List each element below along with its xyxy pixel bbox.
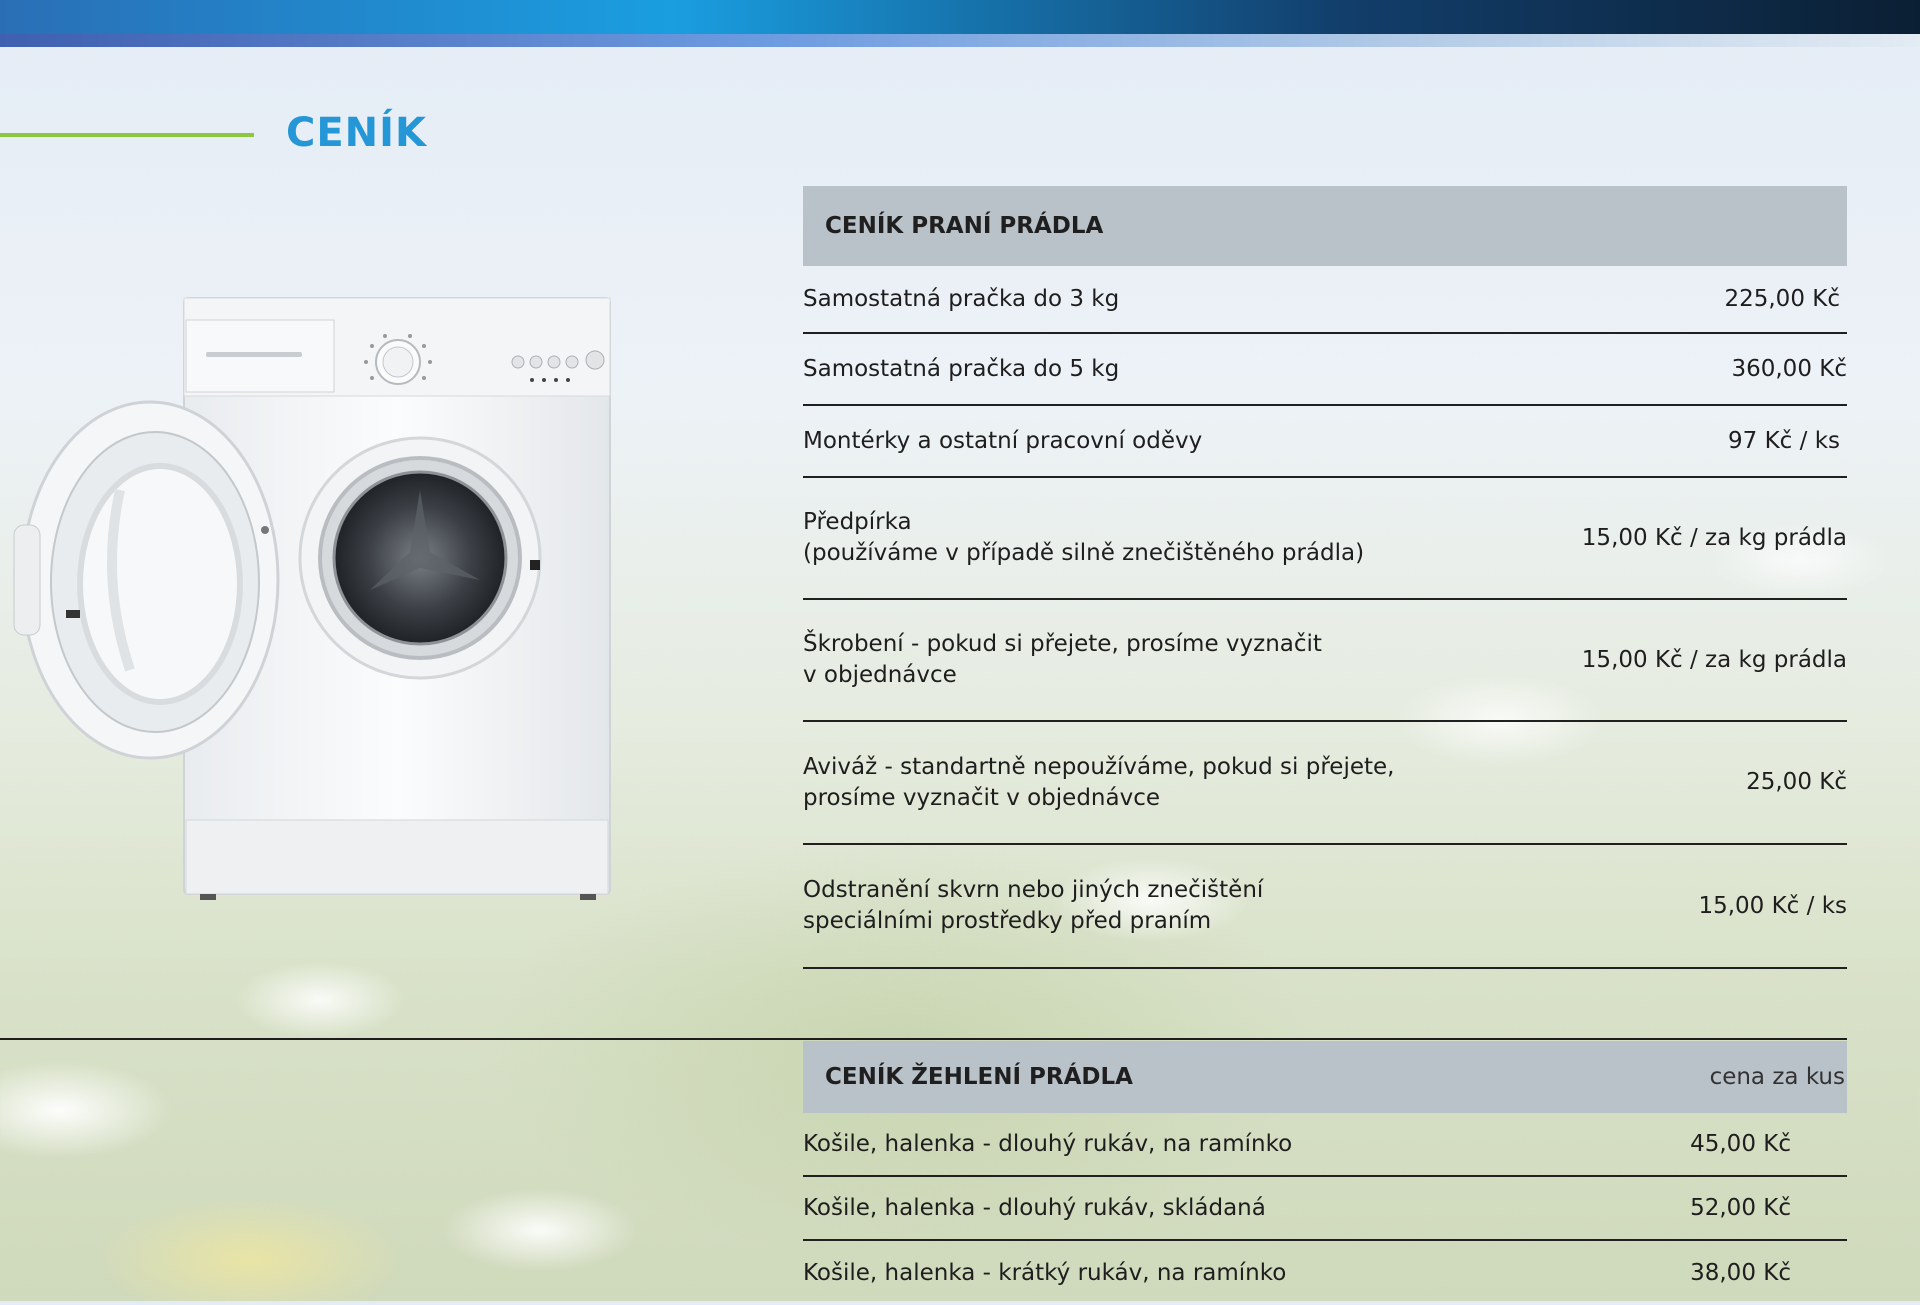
table-row: Košile, halenka - dlouhý rukáv, skládaná… (803, 1177, 1847, 1241)
table-row: Odstranění skvrn nebo jiných znečištění … (803, 845, 1847, 969)
table-row: Samostatná pračka do 3 kg 225,00 Kč (803, 266, 1847, 334)
table-row: Montérky a ostatní pracovní oděvy 97 Kč … (803, 406, 1847, 478)
row-label: Samostatná pračka do 5 kg (803, 355, 1120, 382)
row-price: 97 Kč / ks (1728, 427, 1840, 454)
page-title: CENÍK (286, 110, 428, 156)
section-divider (0, 1038, 1847, 1040)
row-price: 52,00 Kč (1690, 1194, 1791, 1221)
table-row: Škrobení - pokud si přejete, prosíme vyz… (803, 600, 1847, 722)
washing-price-table: CENÍK PRANÍ PRÁDLA Samostatná pračka do … (803, 186, 1847, 969)
washing-table-title: CENÍK PRANÍ PRÁDLA (825, 213, 1104, 239)
top-banner-strip (0, 34, 1920, 47)
row-price: 45,00 Kč (1690, 1130, 1791, 1157)
ironing-table-subtitle: cena za kus (1709, 1064, 1845, 1090)
row-label: Odstranění skvrn nebo jiných znečištění … (803, 877, 1264, 934)
title-accent-line (0, 133, 254, 137)
row-label: Košile, halenka - krátký rukáv, na ramín… (803, 1259, 1287, 1286)
top-banner (0, 0, 1920, 34)
row-price: 15,00 Kč / za kg prádla (1581, 646, 1847, 673)
row-price: 15,00 Kč / za kg prádla (1581, 524, 1847, 551)
row-label: Škrobení - pokud si přejete, prosíme vyz… (803, 631, 1322, 688)
ironing-price-table: CENÍK ŽEHLENÍ PRÁDLA cena za kus Košile,… (803, 1041, 1847, 1305)
row-price: 25,00 Kč (1746, 769, 1847, 795)
row-label: Aviváž - standartně nepoužíváme, pokud s… (803, 753, 1395, 811)
row-price: 38,00 Kč (1690, 1259, 1791, 1286)
row-label: Košile, halenka - dlouhý rukáv, na ramín… (803, 1130, 1293, 1157)
washing-machine-illustration (13, 297, 611, 900)
row-price: 225,00 Kč (1724, 285, 1840, 312)
table-row: Košile, halenka - krátký rukáv, na ramín… (803, 1241, 1847, 1305)
row-price: 360,00 Kč (1731, 355, 1847, 382)
ironing-table-title: CENÍK ŽEHLENÍ PRÁDLA (825, 1064, 1133, 1090)
row-label: Předpírka (používáme v případě silně zne… (803, 509, 1365, 566)
table-row: Aviváž - standartně nepoužíváme, pokud s… (803, 722, 1847, 845)
row-price: 15,00 Kč / ks (1698, 892, 1847, 919)
table-row: Košile, halenka - dlouhý rukáv, na ramín… (803, 1113, 1847, 1177)
row-label: Samostatná pračka do 3 kg (803, 285, 1120, 312)
table-row: Předpírka (používáme v případě silně zne… (803, 478, 1847, 600)
washing-table-header: CENÍK PRANÍ PRÁDLA (803, 186, 1847, 266)
row-label: Košile, halenka - dlouhý rukáv, skládaná (803, 1194, 1266, 1221)
table-row: Samostatná pračka do 5 kg 360,00 Kč (803, 334, 1847, 406)
ironing-table-header: CENÍK ŽEHLENÍ PRÁDLA cena za kus (803, 1041, 1847, 1113)
row-label: Montérky a ostatní pracovní oděvy (803, 427, 1203, 454)
